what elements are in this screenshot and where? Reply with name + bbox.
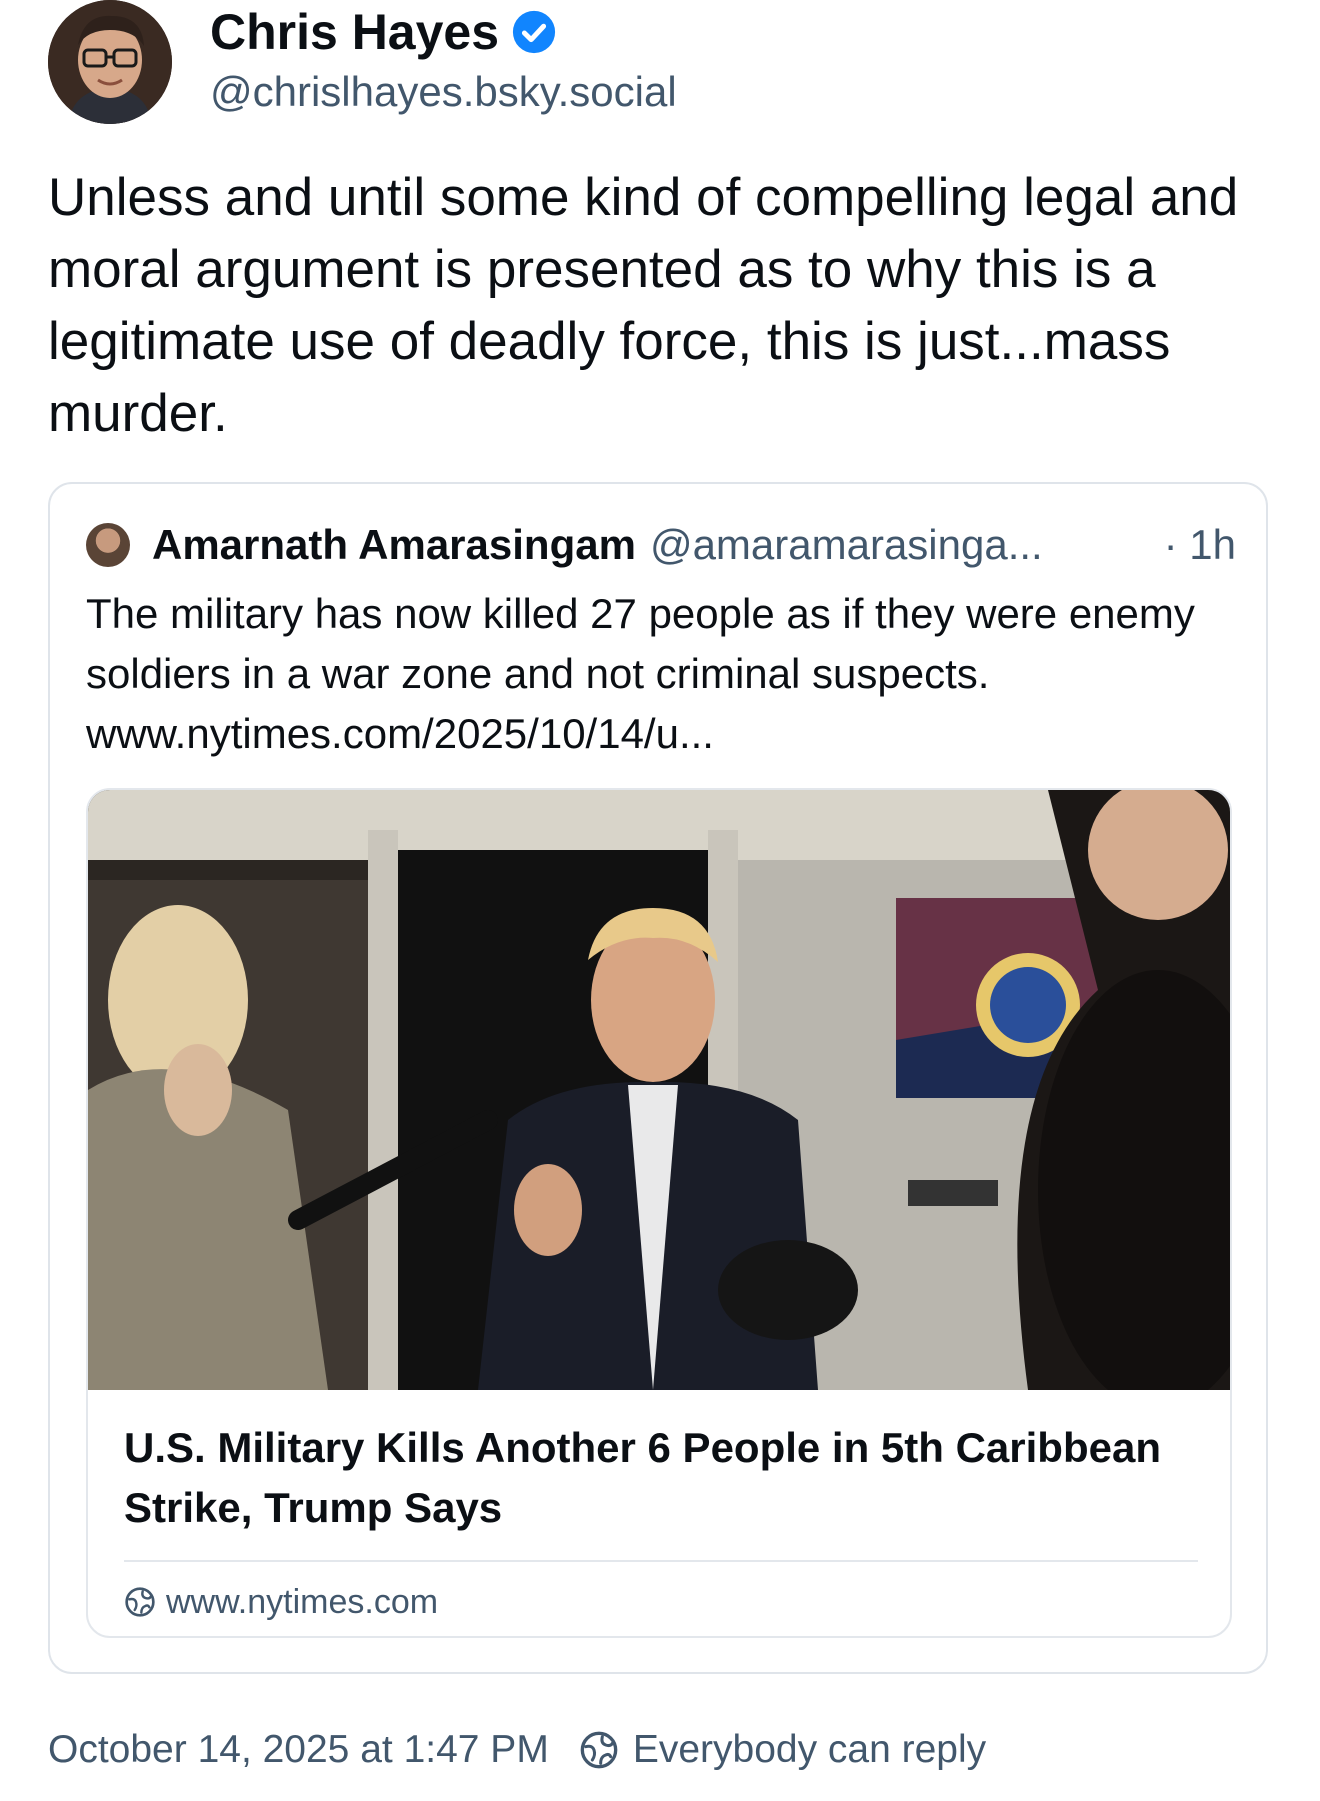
quoted-post-time: · 1h xyxy=(1163,521,1236,568)
quoted-author-name[interactable]: Amarnath Amarasingam xyxy=(152,521,636,569)
post-text: Unless and until some kind of compelling… xyxy=(48,168,1239,443)
verified-badge-icon[interactable] xyxy=(511,9,557,55)
author-avatar[interactable] xyxy=(48,0,172,124)
link-preview-domain: www.nytimes.com xyxy=(166,1582,439,1621)
author-avatar-image xyxy=(48,0,172,124)
post-header: Chris Hayes @chrislhayes.bsky.social xyxy=(48,0,1248,130)
link-preview-domain-row[interactable]: www.nytimes.com xyxy=(124,1576,438,1628)
everybody-can-reply-icon xyxy=(580,1731,618,1769)
quoted-author-handle[interactable]: @amaramarasinga... xyxy=(650,521,1043,569)
author-handle[interactable]: @chrislhayes.bsky.social xyxy=(210,66,677,118)
quoted-post-text: The military has now killed 27 people as… xyxy=(86,590,1195,757)
link-preview-title[interactable]: U.S. Military Kills Another 6 People in … xyxy=(124,1418,1194,1538)
author-name-row[interactable]: Chris Hayes xyxy=(210,2,557,62)
quoted-post-header: Amarnath Amarasingam @amaramarasinga... … xyxy=(86,520,1236,570)
post-footer: October 14, 2025 at 1:47 PM Everybody ca… xyxy=(48,1722,986,1778)
link-preview-divider xyxy=(124,1560,1198,1562)
reply-setting[interactable]: Everybody can reply xyxy=(633,1728,986,1772)
globe-icon xyxy=(125,1587,155,1617)
quoted-author-avatar[interactable] xyxy=(86,523,130,567)
link-preview-card[interactable]: U.S. Military Kills Another 6 People in … xyxy=(86,788,1232,1638)
post-timestamp: October 14, 2025 at 1:47 PM xyxy=(48,1728,549,1771)
quoted-post-card[interactable]: Amarnath Amarasingam @amaramarasinga... … xyxy=(48,482,1268,1674)
link-preview-image xyxy=(88,790,1230,1390)
author-name[interactable]: Chris Hayes xyxy=(210,2,499,62)
